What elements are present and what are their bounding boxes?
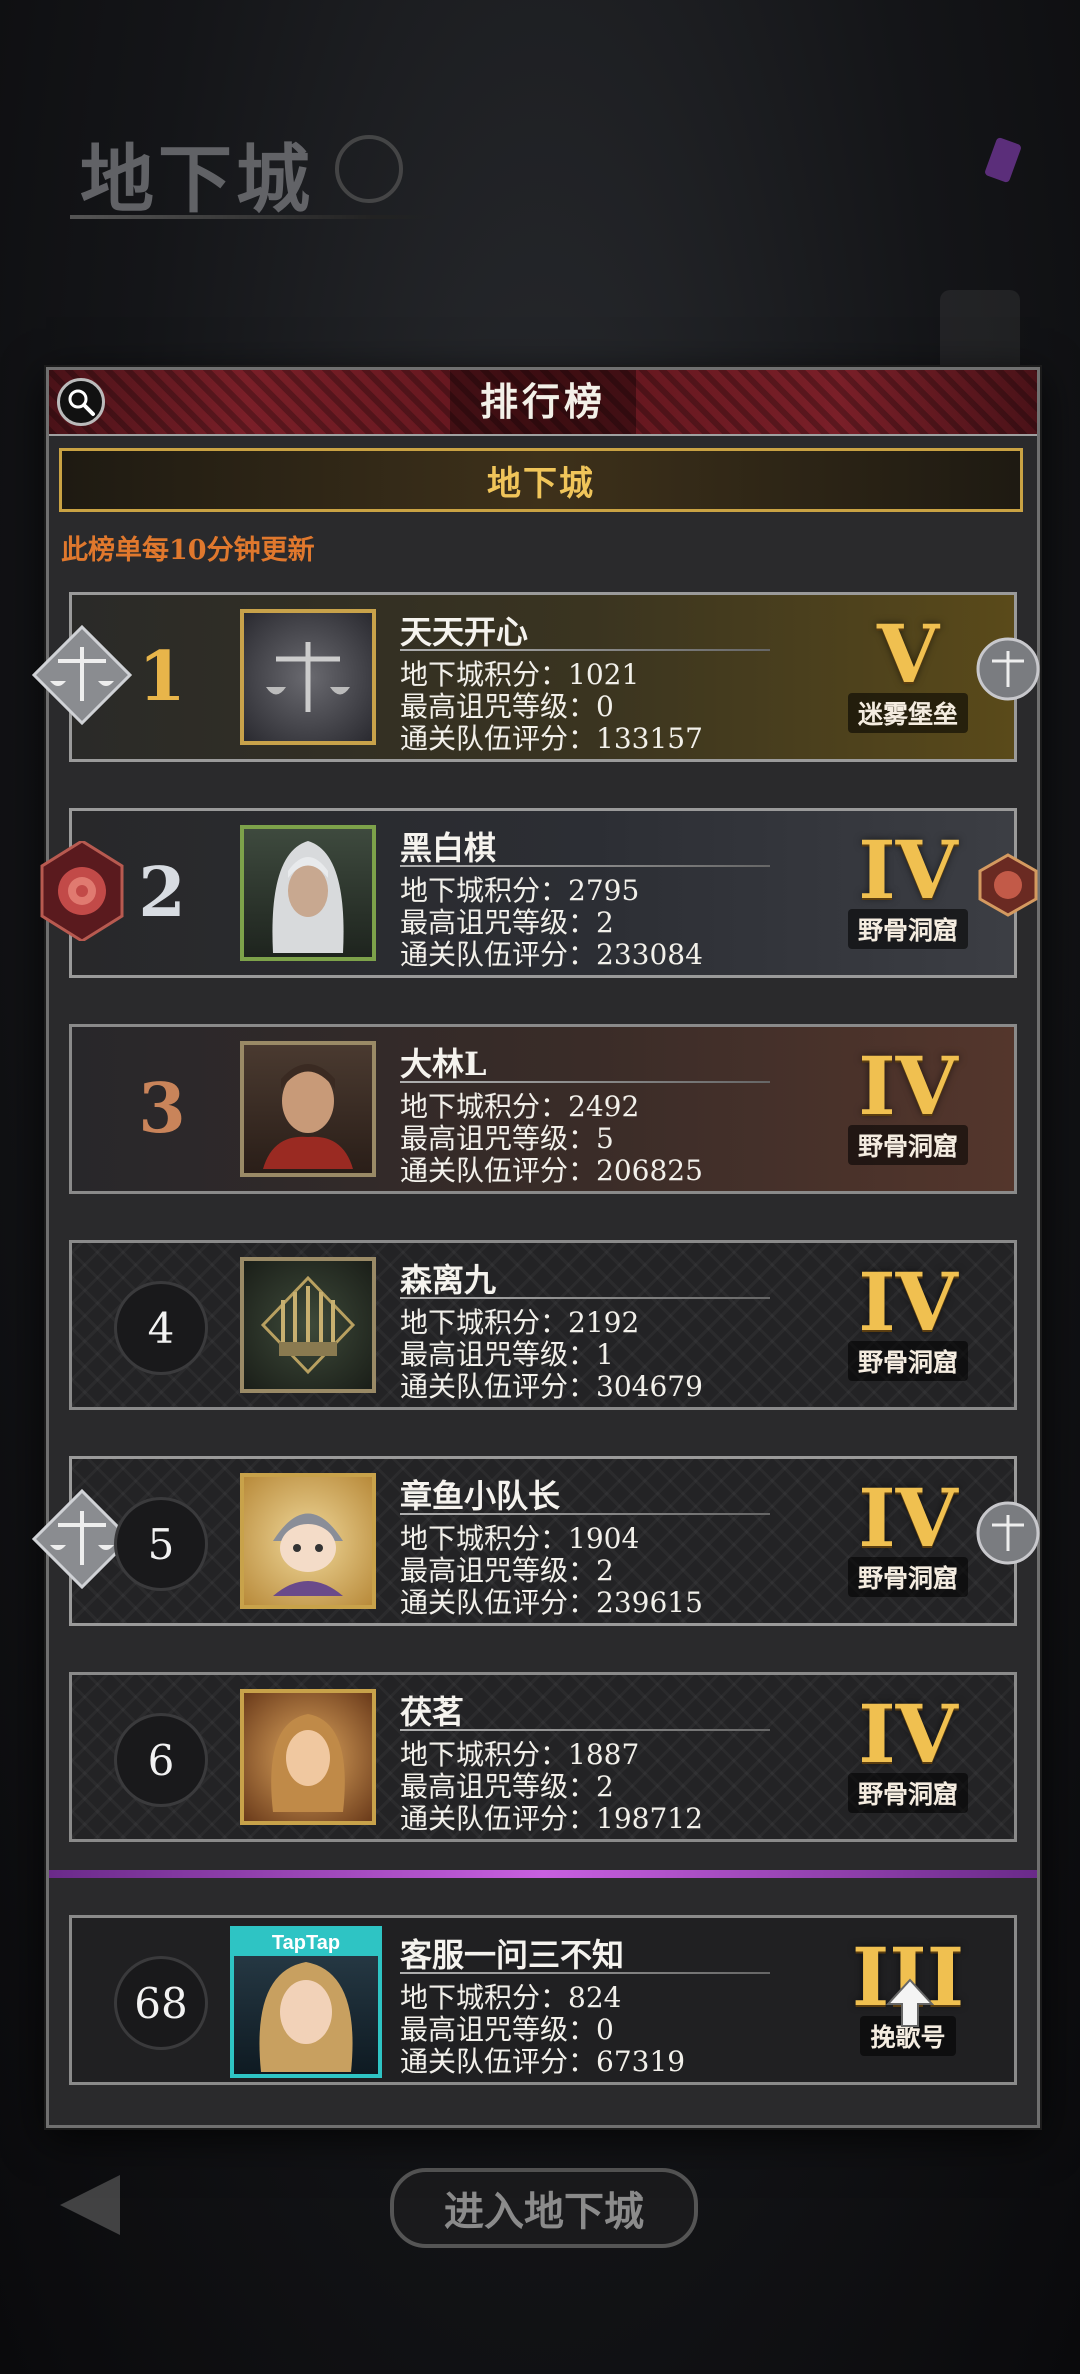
player-name: 森离九 [400,1261,497,1299]
leaderboard-row[interactable]: 1 天天开心 地下城积分：1021 最高诅咒等级：0 通关队伍评分：133157… [32,592,1040,762]
my-rank-row[interactable]: 68 TapTap 客服一问三不知 地下城积分：824 最高诅咒等级：0 通关队… [69,1915,1017,2085]
blonde-heroine-avatar-icon [271,1714,345,1812]
name-underline [400,1729,770,1731]
player-avatar[interactable] [240,1473,376,1609]
tier-numeral: IV [858,1255,958,1349]
name-underline [400,1972,770,1974]
back-arrow-icon[interactable] [60,2175,120,2235]
tier-name: 野骨洞窟 [847,1125,968,1165]
tier-badge: IV 野骨洞窟 [838,1693,978,1813]
tier-badge: IV 野骨洞窟 [838,1261,978,1381]
player-name: 天天开心 [400,613,529,651]
team-rating: 通关队伍评分：304679 [400,1370,703,1403]
tier-numeral: IV [858,1471,958,1565]
scales-avatar-icon [266,642,350,712]
tier-badge: IV 野骨洞窟 [838,1477,978,1597]
tier-numeral: V [876,607,940,701]
team-rating: 通关队伍评分：233084 [400,938,703,971]
player-avatar[interactable]: TapTap [230,1926,382,2078]
self-rank-divider [49,1870,1037,1878]
chibi-knight-avatar-icon [273,1513,343,1596]
leaderboard-row[interactable]: 4 森离九 地下城积分：2192 最高诅咒等级：1 通关队伍评分：304679 … [69,1240,1017,1410]
leaderboard-row[interactable]: 5 章鱼小队长 地下城积分：1904 最高诅咒等级：2 通关队伍评分：23961… [32,1456,1040,1626]
player-avatar[interactable] [240,1257,376,1393]
warrior-avatar-icon [263,1064,353,1169]
tier-name: 野骨洞窟 [847,1557,968,1597]
rank-number: 3 [138,1069,186,1149]
rose-medal-icon [978,853,1038,917]
bg-search-icon [335,135,403,203]
leaderboard-row[interactable]: 2 黑白棋 地下城积分：2795 最高诅咒等级：2 通关队伍评分：233084 … [40,808,1038,978]
rank-up-arrow-icon [886,1978,934,2027]
tier-badge: V 迷雾堡垒 [838,613,978,733]
team-rating: 通关队伍评分：67319 [400,2045,686,2078]
team-rating: 通关队伍评分：133157 [400,722,703,755]
player-avatar[interactable] [240,1689,376,1825]
leaderboard-panel: 排行榜 地下城 此榜单每10分钟更新 1 天天开心 地下城积分：1021 最高诅… [32,367,1040,2128]
player-name: 客服一问三不知 [400,1936,625,1974]
name-underline [400,649,770,651]
search-icon[interactable] [57,378,105,426]
enter-dungeon-button[interactable]: 进入地下城 [390,2168,698,2248]
tier-numeral: IV [858,823,958,917]
player-avatar[interactable] [240,609,376,745]
name-underline [400,865,770,867]
scales-medal-icon [976,1501,1040,1565]
hooded-figure-avatar-icon [272,841,344,953]
team-rating: 通关队伍评分：198712 [400,1802,703,1835]
tier-badge: IV 野骨洞窟 [838,829,978,949]
team-rating: 通关队伍评分：239615 [400,1586,703,1619]
name-underline [400,1513,770,1515]
throne-avatar-icon [260,1275,356,1375]
tier-name: 迷雾堡垒 [847,693,968,733]
tab-dungeon-label: 地下城 [487,463,595,504]
player-name: 章鱼小队长 [400,1477,561,1515]
bg-title-divider [70,215,450,219]
player-name: 茯茗 [400,1693,465,1731]
scales-medal-icon [976,637,1040,701]
name-underline [400,1081,770,1083]
name-underline [400,1297,770,1299]
taptap-badge: TapTap [234,1930,378,1956]
tier-numeral: IV [858,1039,958,1133]
rank-number: 5 [114,1497,208,1591]
rank-number: 2 [138,853,186,933]
update-note: 此榜单每10分钟更新 [61,535,315,566]
tier-numeral: IV [858,1687,958,1781]
panel-header: 排行榜 [49,370,1037,436]
rank-number: 4 [114,1281,208,1375]
bg-gem-icon [983,136,1023,184]
tier-badge: IV 野骨洞窟 [838,1045,978,1165]
rank-number: 1 [138,637,186,717]
tier-name: 野骨洞窟 [847,909,968,949]
leaderboard-row[interactable]: 6 茯茗 地下城积分：1887 最高诅咒等级：2 通关队伍评分：198712 I… [69,1672,1017,1842]
team-rating: 通关队伍评分：206825 [400,1154,703,1187]
leaderboard-row[interactable]: 3 大林L 地下城积分：2492 最高诅咒等级：5 通关队伍评分：206825 … [69,1024,1017,1194]
rank-number: 68 [114,1956,208,2050]
player-avatar[interactable] [240,1041,376,1177]
tab-dungeon[interactable]: 地下城 [59,448,1023,512]
rank-number: 6 [114,1713,208,1807]
tier-name: 野骨洞窟 [847,1341,968,1381]
panel-title: 排行榜 [449,370,636,434]
tier-name: 野骨洞窟 [847,1773,968,1813]
player-name: 黑白棋 [400,829,497,867]
player-name: 大林L [400,1045,487,1083]
player-avatar[interactable] [240,825,376,961]
bg-page-title: 地下城 [80,137,314,223]
